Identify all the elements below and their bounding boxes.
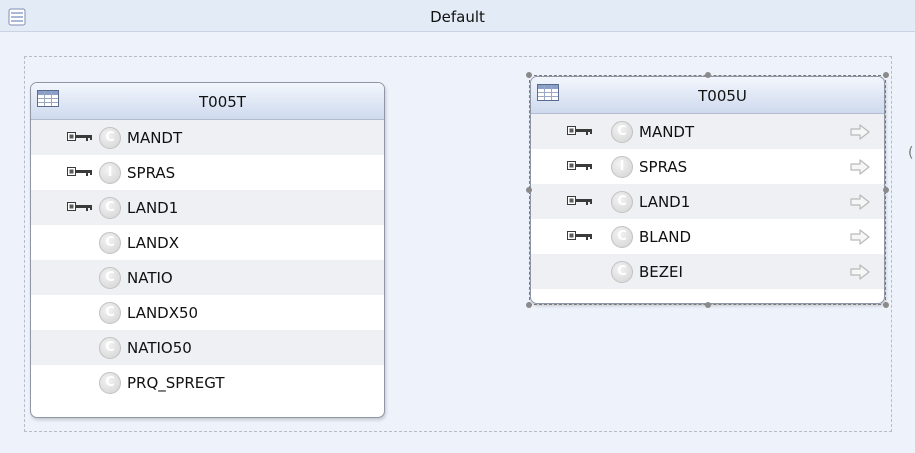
- field-row-bezei[interactable]: C BEZEI: [531, 254, 884, 289]
- column-type-icon: C: [611, 191, 633, 213]
- key-icon: [567, 126, 592, 135]
- field-list: C MANDT I SPRAS C LAND1 C LANDX C NATIO C LANDX50 C N…: [31, 120, 384, 400]
- field-name: PRQ_SPREGT: [127, 374, 225, 392]
- resize-handle[interactable]: [883, 302, 889, 308]
- field-row-land1[interactable]: C LAND1: [31, 190, 384, 225]
- resize-handle[interactable]: [883, 72, 889, 78]
- field-name: LANDX50: [127, 304, 199, 322]
- key-icon: [567, 196, 592, 205]
- field-name: NATIO: [127, 269, 173, 287]
- table-icon: [537, 84, 559, 101]
- table-icon: [37, 90, 59, 107]
- key-icon: [67, 202, 92, 211]
- column-type-icon: C: [99, 127, 121, 149]
- resize-handle[interactable]: [526, 187, 532, 193]
- arrow-right-icon[interactable]: [849, 264, 871, 280]
- arrow-right-icon[interactable]: [849, 159, 871, 175]
- field-name: LANDX: [127, 234, 180, 252]
- field-name: BLAND: [639, 228, 692, 246]
- field-name: BEZEI: [639, 263, 683, 281]
- field-row-landx[interactable]: C LANDX: [31, 225, 384, 260]
- entity-title: T005T: [199, 93, 246, 111]
- field-row-natio50[interactable]: C NATIO50: [31, 330, 384, 365]
- column-type-icon: C: [99, 372, 121, 394]
- key-icon: [67, 167, 92, 176]
- resize-handle[interactable]: [704, 302, 711, 308]
- view-title: Default: [430, 8, 485, 26]
- resize-handle[interactable]: [883, 187, 889, 193]
- key-icon: [567, 231, 592, 240]
- column-type-icon: I: [611, 156, 633, 178]
- arrow-right-icon[interactable]: [849, 229, 871, 245]
- entity-header[interactable]: T005T: [31, 83, 384, 120]
- column-type-icon: C: [99, 232, 121, 254]
- column-type-icon: C: [99, 197, 121, 219]
- field-name: LAND1: [639, 193, 691, 211]
- key-icon: [567, 161, 592, 170]
- arrow-right-icon[interactable]: [849, 124, 871, 140]
- resize-handle[interactable]: [526, 72, 532, 78]
- field-name: LAND1: [127, 199, 179, 217]
- field-row-natio[interactable]: C NATIO: [31, 260, 384, 295]
- scroll-edge-indicator: (: [908, 145, 914, 161]
- arrow-right-icon[interactable]: [849, 194, 871, 210]
- field-name: SPRAS: [639, 158, 688, 176]
- view-titlebar: Default: [0, 0, 915, 32]
- field-row-spras[interactable]: I SPRAS: [531, 149, 884, 184]
- column-type-icon: C: [99, 267, 121, 289]
- column-type-icon: C: [611, 261, 633, 283]
- field-row-mandt[interactable]: C MANDT: [531, 114, 884, 149]
- resize-handle[interactable]: [704, 72, 711, 78]
- column-type-icon: I: [99, 162, 121, 184]
- column-type-icon: C: [611, 226, 633, 248]
- column-type-icon: C: [99, 337, 121, 359]
- entity-t005u[interactable]: T005U C MANDT I SPRAS C LAND1 C BLAND C BEZEI: [530, 76, 885, 304]
- field-row-prq_spregt[interactable]: C PRQ_SPREGT: [31, 365, 384, 400]
- field-name: MANDT: [639, 123, 695, 141]
- field-list: C MANDT I SPRAS C LAND1 C BLAND C BEZEI: [531, 114, 884, 289]
- field-row-land1[interactable]: C LAND1: [531, 184, 884, 219]
- key-icon: [67, 132, 92, 141]
- field-row-spras[interactable]: I SPRAS: [31, 155, 384, 190]
- field-row-landx50[interactable]: C LANDX50: [31, 295, 384, 330]
- entity-title: T005U: [698, 87, 747, 105]
- resize-handle[interactable]: [526, 302, 532, 308]
- field-name: MANDT: [127, 129, 183, 147]
- entity-t005t[interactable]: T005T C MANDT I SPRAS C LAND1 C LANDX C NATIO C LAN…: [30, 82, 385, 418]
- field-name: NATIO50: [127, 339, 192, 357]
- field-row-mandt[interactable]: C MANDT: [31, 120, 384, 155]
- column-type-icon: C: [99, 302, 121, 324]
- field-row-bland[interactable]: C BLAND: [531, 219, 884, 254]
- field-name: SPRAS: [127, 164, 176, 182]
- entity-header[interactable]: T005U: [531, 77, 884, 114]
- column-type-icon: C: [611, 121, 633, 143]
